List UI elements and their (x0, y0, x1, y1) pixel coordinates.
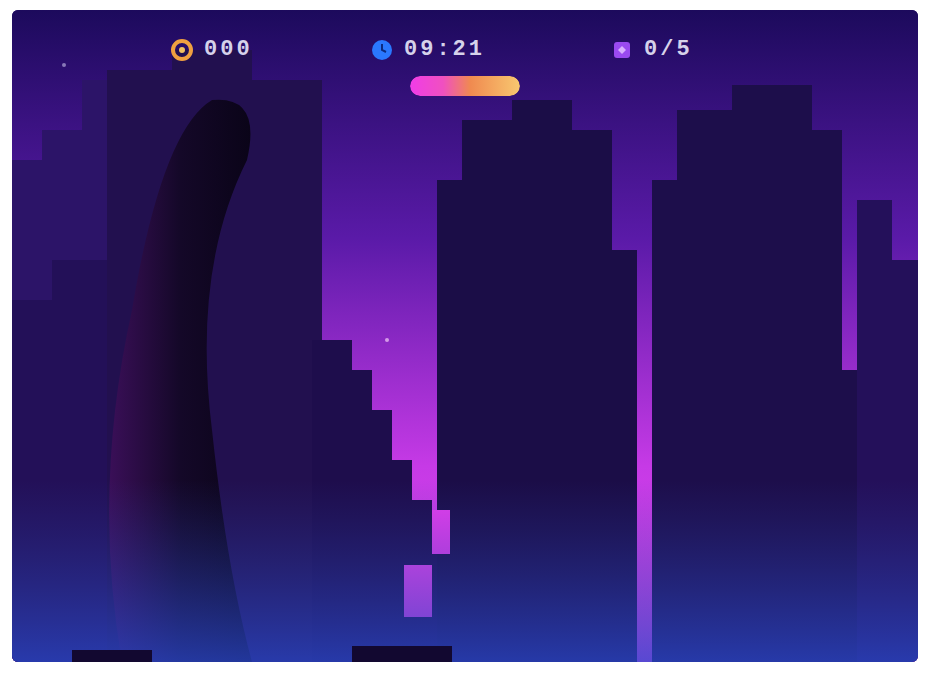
city-background (12, 10, 918, 662)
coin-counter: 000 (170, 36, 370, 64)
clock-icon (370, 38, 394, 62)
power-bar (410, 76, 520, 96)
power-bar-fill (410, 76, 520, 96)
gem-counter-value: 0/5 (644, 36, 693, 64)
hud: 000 09:21 0/5 (12, 10, 918, 96)
gem-icon (610, 38, 634, 62)
coin-counter-value: 000 (204, 36, 253, 64)
game-viewport[interactable]: 000 09:21 0/5 (12, 10, 918, 662)
gem-counter: 0/5 (610, 36, 760, 64)
timer: 09:21 (370, 36, 610, 64)
timer-value: 09:21 (404, 36, 485, 64)
coin-icon (170, 38, 194, 62)
